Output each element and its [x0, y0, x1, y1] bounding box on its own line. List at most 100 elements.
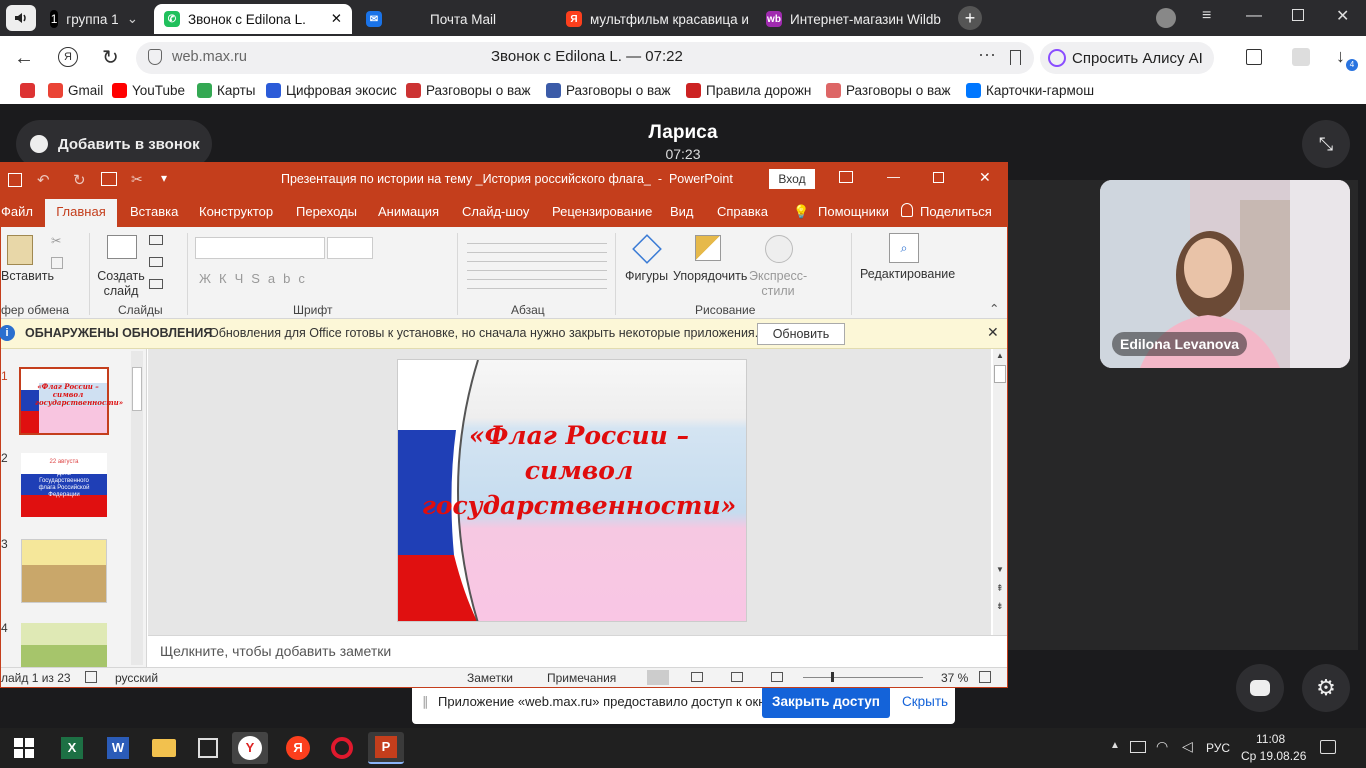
- collapse-ribbon-icon[interactable]: ⌃: [989, 301, 999, 316]
- alice-button[interactable]: Спросить Алису AI: [1040, 42, 1214, 74]
- reading-view-icon[interactable]: [731, 672, 743, 682]
- login-button[interactable]: Вход: [769, 169, 815, 189]
- shapes-icon[interactable]: [632, 234, 662, 264]
- explorer-app[interactable]: [146, 732, 182, 764]
- save-icon[interactable]: [8, 173, 22, 187]
- next-slide-icon[interactable]: ⇟: [996, 601, 1004, 612]
- tab-assistants[interactable]: Помощники: [818, 204, 889, 219]
- reset-icon[interactable]: [149, 257, 163, 267]
- hide-link[interactable]: Скрыть: [902, 694, 948, 709]
- paste-label[interactable]: Вставить: [1, 269, 54, 283]
- tab-home[interactable]: Главная: [45, 199, 117, 227]
- cut-icon[interactable]: ✂: [51, 233, 61, 248]
- notifications-icon[interactable]: [1320, 740, 1336, 754]
- bookmark-maps[interactable]: Карты: [197, 83, 255, 98]
- excel-app[interactable]: X: [54, 732, 90, 764]
- canvas-scroll-thumb[interactable]: [994, 365, 1006, 383]
- notes-toggle[interactable]: Заметки: [467, 671, 513, 685]
- find-icon[interactable]: ⌕: [889, 233, 919, 263]
- tab-review[interactable]: Рецензирование: [552, 204, 652, 219]
- zoom-level[interactable]: 37 %: [941, 671, 968, 685]
- slide-thumbnail-3[interactable]: [21, 539, 107, 603]
- quick-styles-icon[interactable]: [765, 235, 793, 263]
- slide-title[interactable]: «Флаг России – символ государственности»: [414, 418, 744, 523]
- input-language[interactable]: РУС: [1206, 741, 1230, 755]
- sound-icon[interactable]: [6, 5, 36, 31]
- close-access-button[interactable]: Закрыть доступ: [762, 686, 890, 718]
- quick-styles-label[interactable]: Экспресс-стили: [749, 269, 807, 299]
- more-icon[interactable]: ⋯: [978, 45, 996, 66]
- sorter-view-icon[interactable]: [691, 672, 703, 682]
- fullscreen-exit-button[interactable]: ⤡: [1302, 120, 1350, 168]
- tab-group-1[interactable]: 1 группа 1 ⌄: [40, 4, 148, 34]
- tab-transitions[interactable]: Переходы: [296, 204, 357, 219]
- section-icon[interactable]: [149, 279, 163, 289]
- bookmark-gmail[interactable]: Gmail: [48, 83, 103, 98]
- tab-help[interactable]: Справка: [717, 204, 768, 219]
- minimize-icon[interactable]: —: [887, 169, 900, 184]
- powerpoint-app[interactable]: P: [368, 732, 404, 764]
- close-window-icon[interactable]: ✕: [1336, 6, 1349, 26]
- yandex-logo-icon[interactable]: Я: [58, 47, 78, 67]
- update-button[interactable]: Обновить: [757, 323, 845, 345]
- add-to-call-button[interactable]: Добавить в звонок: [16, 120, 212, 168]
- bookmark-cards[interactable]: Карточки-гармош: [966, 83, 1094, 98]
- spellcheck-icon[interactable]: [85, 671, 97, 683]
- paragraph-format-icons[interactable]: [467, 235, 607, 293]
- comments-toggle[interactable]: Примечания: [547, 671, 616, 685]
- new-tab-button[interactable]: +: [958, 6, 982, 30]
- redo-icon[interactable]: ↻: [73, 171, 86, 189]
- slideshow-view-icon[interactable]: [771, 672, 783, 682]
- new-slide-label[interactable]: Создать слайд: [97, 269, 145, 299]
- reload-icon[interactable]: ↻: [102, 45, 119, 70]
- notes-pane[interactable]: Щелкните, чтобы добавить заметки: [148, 635, 1007, 667]
- scroll-up-icon[interactable]: ▲: [996, 351, 1004, 360]
- fit-slide-icon[interactable]: [979, 671, 991, 683]
- bookmark-rules[interactable]: Правила дорожн: [686, 83, 811, 98]
- thumbs-scrollbar[interactable]: [131, 351, 143, 665]
- copy-icon[interactable]: [51, 257, 63, 269]
- tab-share[interactable]: Поделиться: [920, 204, 992, 219]
- arrange-label[interactable]: Упорядочить: [673, 269, 747, 283]
- current-slide[interactable]: «Флаг России – символ государственности»: [397, 359, 747, 622]
- word-app[interactable]: W: [100, 732, 136, 764]
- tray-device-icon[interactable]: [1130, 741, 1146, 753]
- undo-icon[interactable]: ↶: [37, 171, 50, 189]
- back-icon[interactable]: ←: [14, 47, 34, 70]
- layout-icon[interactable]: [149, 235, 163, 245]
- profile-icon[interactable]: [1156, 8, 1176, 28]
- collections-icon[interactable]: [1246, 49, 1262, 65]
- volume-icon[interactable]: ◁: [1182, 738, 1193, 755]
- bookmark-folder-icon[interactable]: [20, 83, 40, 98]
- slide-thumbnail-4[interactable]: [21, 623, 107, 667]
- customize-qat-icon[interactable]: ▾: [161, 171, 167, 185]
- restore-icon[interactable]: [1292, 9, 1304, 21]
- close-icon[interactable]: ✕: [979, 169, 991, 186]
- drag-handle-icon[interactable]: ∥: [422, 694, 429, 710]
- bookmark-youtube[interactable]: YouTube: [112, 83, 185, 98]
- start-button[interactable]: [6, 732, 42, 764]
- tab-design[interactable]: Конструктор: [199, 204, 273, 219]
- bookmark-talks-2[interactable]: Разговоры о важ: [546, 83, 671, 98]
- downloads-icon[interactable]: ↓: [1336, 46, 1345, 67]
- yandex-browser-app[interactable]: Y: [232, 732, 268, 764]
- scroll-down-icon[interactable]: ▼: [996, 565, 1004, 574]
- tab-slideshow[interactable]: Слайд-шоу: [462, 204, 529, 219]
- shield-icon[interactable]: [148, 49, 162, 65]
- ribbon-display-icon[interactable]: [839, 171, 853, 183]
- tab-mail[interactable]: ✉ Почта Mail: [356, 4, 550, 34]
- tab-animation[interactable]: Анимация: [378, 204, 439, 219]
- font-name-field[interactable]: [195, 237, 325, 259]
- minimize-icon[interactable]: —: [1246, 7, 1262, 25]
- wifi-icon[interactable]: ◠: [1156, 738, 1168, 755]
- chevron-down-icon[interactable]: ⌄: [127, 11, 138, 27]
- slide-thumbnail-1[interactable]: «Флаг России – символ государственности»: [19, 367, 123, 435]
- clock-date[interactable]: Ср 19.08.26: [1241, 749, 1306, 763]
- paste-icon[interactable]: [7, 235, 33, 265]
- format-painter-icon[interactable]: ✂: [131, 171, 143, 188]
- close-icon[interactable]: ✕: [987, 324, 999, 341]
- editing-label[interactable]: Редактирование: [860, 267, 955, 281]
- arrange-icon[interactable]: [695, 235, 721, 261]
- shapes-label[interactable]: Фигуры: [625, 269, 668, 283]
- bookmark-talks-3[interactable]: Разговоры о важ: [826, 83, 951, 98]
